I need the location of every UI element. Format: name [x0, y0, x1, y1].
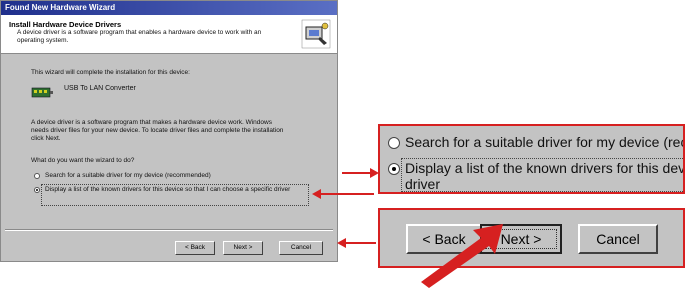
zoom-cancel-button[interactable]: Cancel — [578, 224, 658, 254]
radio-display-list[interactable] — [34, 187, 40, 193]
button-separator — [5, 229, 333, 231]
question-text: What do you want the wizard to do? — [31, 157, 135, 164]
next-button-label: Next > — [233, 244, 253, 251]
window-title: Found New Hardware Wizard — [1, 1, 337, 15]
zoom-radio-display[interactable] — [388, 163, 400, 175]
callout-arrowhead-options — [312, 189, 321, 199]
wizard-window: Found New Hardware Wizard Install Hardwa… — [0, 0, 338, 262]
header-description: A device driver is a software program th… — [17, 29, 262, 44]
wizard-header: Install Hardware Device Drivers A device… — [1, 15, 337, 54]
header-title: Install Hardware Device Drivers — [9, 20, 122, 29]
option-display-label[interactable]: Display a list of the known drivers for … — [45, 186, 307, 194]
radio-search-driver[interactable] — [34, 173, 40, 179]
network-device-icon — [31, 87, 53, 98]
explanation-text: A device driver is a software program th… — [31, 119, 284, 142]
cancel-button-label: Cancel — [290, 244, 312, 251]
cancel-button[interactable]: Cancel — [279, 241, 323, 255]
callout-arrow-buttons — [344, 242, 376, 244]
zoom-cancel-label: Cancel — [596, 231, 640, 247]
intro-text: This wizard will complete the installati… — [31, 69, 190, 76]
zoom-option-search-label[interactable]: Search for a suitable driver for my devi… — [405, 134, 683, 150]
next-button[interactable]: Next > — [223, 241, 263, 255]
callout-arrowhead-buttons — [337, 238, 346, 248]
back-button[interactable]: < Back — [175, 241, 215, 255]
callout-arrow-options — [318, 193, 374, 195]
callout-arrow-display — [342, 172, 372, 174]
zoom-options-panel: Search for a suitable driver for my devi… — [378, 124, 685, 194]
red-arrow-icon — [421, 224, 503, 288]
option-search-label[interactable]: Search for a suitable driver for my devi… — [45, 172, 211, 180]
back-button-label: < Back — [184, 244, 206, 251]
zoom-option-display-line1[interactable]: Display a list of the known drivers for … — [405, 160, 683, 176]
zoom-option-display-line2[interactable]: driver — [405, 176, 440, 192]
zoom-next-label: Next > — [500, 231, 542, 247]
zoom-radio-search[interactable] — [388, 137, 400, 149]
device-name: USB To LAN Converter — [64, 85, 136, 92]
computer-hardware-icon — [301, 19, 331, 49]
